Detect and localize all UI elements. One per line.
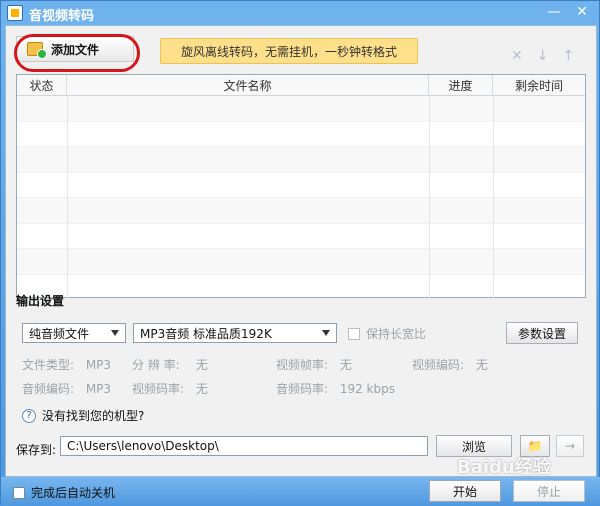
empty-row [17, 198, 585, 224]
empty-row [17, 122, 585, 147]
app-icon [7, 5, 23, 21]
start-button[interactable]: 开始 [429, 480, 501, 502]
column-header-status: 状态 [17, 75, 67, 96]
format-select[interactable]: 纯音频文件 [22, 323, 126, 343]
info-resolution: 分 辨 率: 无 [132, 356, 208, 373]
column-header-progress: 进度 [429, 75, 493, 96]
quality-select[interactable]: MP3音频 标准品质192K [133, 323, 337, 343]
title-bar: 音视频转码 — ✕ [1, 1, 599, 25]
parameter-settings-button[interactable]: 参数设置 [506, 322, 578, 344]
info-label: 音频码率: [276, 382, 329, 396]
baidu-watermark: Baidu经验 [457, 457, 551, 478]
info-video-bitrate: 视频码率: 无 [132, 380, 208, 397]
info-video-codec: 视频编码: 无 [412, 356, 488, 373]
stop-button: 停止 [513, 480, 585, 502]
main-panel: 添加文件 旋风离线转码，无需挂机，一秒钟转格式 ✕ ↓ ↑ 状态 文件名称 进度… [5, 25, 597, 477]
save-to-label: 保存到: [16, 443, 57, 457]
info-value: 无 [195, 382, 208, 396]
move-up-icon[interactable]: ↑ [562, 48, 574, 64]
file-list-header: 状态 文件名称 进度 剩余时间 [17, 75, 585, 96]
list-actions: ✕ ↓ ↑ [511, 48, 581, 64]
info-video-framerate: 视频帧率: 无 [276, 356, 352, 373]
move-down-icon[interactable]: ↓ [537, 48, 549, 64]
minimize-button[interactable]: — [544, 3, 564, 21]
info-label: 视频码率: [132, 382, 185, 396]
output-settings-title: 输出设置 [16, 294, 65, 308]
info-value: MP3 [85, 358, 112, 372]
model-help-text: 没有找到您的机型? [42, 409, 145, 423]
remove-icon[interactable]: ✕ [511, 48, 523, 64]
empty-row [17, 275, 585, 300]
toolbar: 添加文件 旋风离线转码，无需挂机，一秒钟转格式 ✕ ↓ ↑ [6, 26, 596, 72]
empty-row [17, 147, 585, 173]
empty-row [17, 96, 585, 122]
chevron-down-icon [322, 330, 330, 336]
quality-select-value: MP3音频 标准品质192K [140, 326, 272, 341]
keep-aspect-ratio-checkbox[interactable] [348, 327, 360, 340]
auto-shutdown-label: 完成后自动关机 [31, 486, 116, 500]
window-title: 音视频转码 [29, 9, 95, 24]
column-header-remaining-time: 剩余时间 [514, 79, 563, 93]
info-audio-codec: 音频编码: MP3 [22, 380, 111, 397]
info-value: 无 [475, 358, 488, 372]
info-file-type: 文件类型: MP3 [22, 356, 111, 373]
info-value: 192 kbps [339, 382, 395, 396]
column-header-filename: 文件名称 [67, 75, 429, 96]
highlight-ring [14, 34, 140, 72]
info-label: 音频编码: [22, 382, 75, 396]
file-list[interactable]: 状态 文件名称 进度 剩余时间 [16, 74, 586, 300]
empty-row [17, 224, 585, 249]
format-select-value: 纯音频文件 [29, 326, 90, 341]
save-path-input[interactable]: C:\Users\lenovo\Desktop\ [60, 436, 428, 456]
file-list-rows [17, 96, 585, 300]
folder-icon: 📁 [527, 439, 543, 453]
info-label: 文件类型: [22, 358, 75, 372]
empty-row [17, 249, 585, 275]
info-value: MP3 [85, 382, 112, 396]
close-button[interactable]: ✕ [572, 3, 592, 21]
keep-aspect-ratio-label: 保持长宽比 [366, 327, 427, 341]
empty-row [17, 173, 585, 198]
export-button[interactable]: → [556, 435, 584, 457]
auto-shutdown-checkbox[interactable] [13, 486, 25, 499]
app-window: 音视频转码 — ✕ 添加文件 旋风离线转码，无需挂机，一秒钟转格式 ✕ ↓ ↑ … [0, 0, 600, 506]
info-label: 分 辨 率: [132, 358, 180, 372]
info-value: 无 [195, 358, 208, 372]
info-value: 无 [339, 358, 352, 372]
chevron-down-icon [111, 330, 119, 336]
info-label: 视频帧率: [276, 358, 329, 372]
help-icon: ? [22, 408, 36, 423]
export-icon: → [564, 439, 576, 453]
keep-aspect-ratio[interactable]: 保持长宽比 [348, 325, 426, 342]
auto-shutdown[interactable]: 完成后自动关机 [13, 484, 115, 501]
save-path-value: C:\Users\lenovo\Desktop\ [67, 439, 219, 453]
info-audio-bitrate: 音频码率: 192 kbps [276, 380, 395, 397]
info-label: 视频编码: [412, 358, 465, 372]
model-help-link[interactable]: ? 没有找到您的机型? [22, 407, 144, 424]
promo-banner[interactable]: 旋风离线转码，无需挂机，一秒钟转格式 [160, 38, 418, 64]
